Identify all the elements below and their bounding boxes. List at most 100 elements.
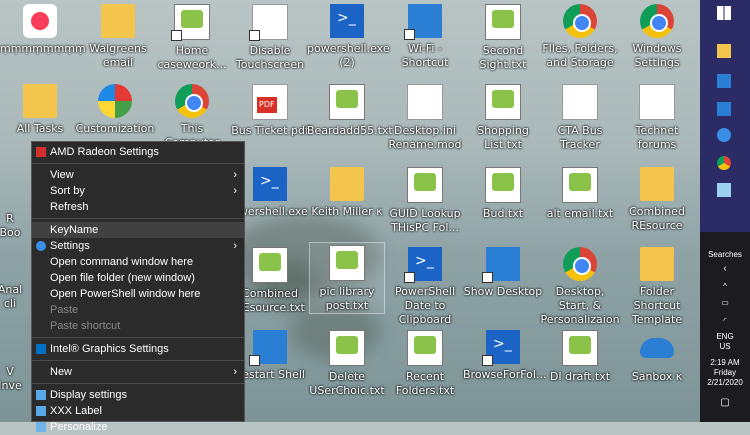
chevron-right-icon: › (233, 185, 237, 197)
menu-item-refresh[interactable]: Refresh (32, 199, 244, 215)
desktop-icon[interactable]: Show Desktop (463, 245, 543, 299)
desktop-icon[interactable]: Delete USerChoic.txt (307, 328, 387, 398)
language-label[interactable]: ENG (700, 332, 750, 342)
menu-item-intel-graphics-settings[interactable]: Intel® Graphics Settings (32, 341, 244, 357)
menu-item-view[interactable]: View › (32, 167, 244, 183)
desktop-icon[interactable]: Disable Touchscreen (230, 2, 310, 72)
icon-label: Combined REsource (629, 205, 685, 232)
notification-chevron-icon[interactable]: ^ (700, 282, 750, 292)
menu-item-display-settings[interactable]: Display settings (32, 387, 244, 403)
icon-label: alt email.txt (546, 207, 614, 220)
clock-day[interactable]: Friday (700, 368, 750, 378)
partial-icon-label[interactable]: Anal (0, 283, 30, 297)
action-center-icon[interactable]: ▢ (700, 398, 750, 408)
icon-label: Home caseweork... (157, 44, 227, 71)
menu-item-label: Open file folder (new window) (50, 272, 195, 284)
pdf-icon (252, 84, 288, 120)
desktop-icon[interactable]: Home caseweork... (152, 2, 232, 72)
desktop-icon[interactable]: ṃṃṃṃṃṃṃṃ (0, 2, 86, 56)
calendar-icon[interactable] (717, 102, 731, 116)
desktop-icon[interactable]: Bud.txt (463, 165, 543, 221)
icon-label: Technet forums (635, 124, 679, 151)
mail-icon[interactable] (717, 74, 731, 88)
battery-icon[interactable]: ▭ (700, 298, 750, 308)
desktop-icon[interactable]: alt email.txt (540, 165, 620, 221)
desktop-icon[interactable]: Bus Ticket.pdf (230, 82, 310, 138)
menu-item-sort-by[interactable]: Sort by › (32, 183, 244, 199)
menu-item-keyname[interactable]: KeyName (32, 222, 244, 238)
menu-item-settings[interactable]: Settings › (32, 238, 244, 254)
menu-separator (32, 163, 244, 164)
menu-item-personalize[interactable]: Personalize (32, 419, 244, 435)
desktop-icon[interactable]: BrowseForFol... (463, 328, 546, 382)
taskbar-pinned-area (700, 0, 750, 232)
desktop-icon[interactable]: DI draft.txt (540, 328, 620, 384)
menu-item-label: Display settings (50, 389, 128, 401)
text-file-icon (562, 167, 598, 203)
icon-label: Delete USerChoic.txt (309, 370, 385, 397)
icon-label: pic library post.txt (319, 285, 375, 312)
desktop-icon[interactable]: Folder Shortcut Template (617, 245, 697, 327)
icon-label: ṃṃṃṃṃṃṃṃ (0, 42, 86, 55)
clock-date[interactable]: 2/21/2020 (700, 378, 750, 388)
partial-icon-label[interactable]: Inve (0, 379, 30, 393)
windows-start-icon[interactable] (717, 6, 731, 20)
desktop-icon[interactable]: powershell.exe (2) (307, 2, 390, 70)
clock-time[interactable]: 2:19 AM (700, 358, 750, 368)
menu-item-label: Intel® Graphics Settings (50, 343, 169, 355)
desktop-icon[interactable]: Combined REsource (617, 165, 697, 233)
icon-label: Bud.txt (482, 207, 524, 220)
icon-label: Recent Folders.txt (395, 370, 455, 397)
text-file-icon (485, 84, 521, 120)
menu-item-open-powershell[interactable]: Open PowerShell window here (32, 286, 244, 302)
desktop-icon[interactable]: PowerShell Date to Clipboard (385, 245, 465, 327)
menu-item-amd-radeon-settings[interactable]: AMD Radeon Settings (32, 144, 244, 160)
partial-icon-label[interactable]: R (0, 212, 30, 226)
desktop-icon[interactable]: Desktop, Start, & Personalizaion (540, 245, 620, 327)
icon-label: Bus Ticket.pdf (231, 124, 309, 137)
gear-settings-icon[interactable] (717, 128, 731, 142)
document-icon (249, 4, 288, 41)
desktop-icon[interactable]: Sanbox κ (617, 328, 697, 384)
desktop-icon[interactable]: This Computer (152, 82, 232, 150)
desktop-icon-selected[interactable]: pic library post.txt (309, 242, 385, 314)
wifi-status-icon[interactable]: ◜ (700, 316, 750, 326)
powershell-icon (330, 4, 364, 38)
context-menu: AMD Radeon Settings View › Sort by › Ref… (31, 141, 245, 433)
desktop-icon[interactable]: CTA Bus Tracker (540, 82, 620, 152)
desktop-icon[interactable]: Second Sight.txt (463, 2, 543, 72)
desktop-icon[interactable]: Beardadd55.txt (307, 82, 393, 138)
amd-icon (36, 147, 46, 157)
partial-icon-label[interactable]: Boo (0, 226, 30, 240)
chrome-icon[interactable] (717, 156, 731, 170)
desktop-icon[interactable]: Walgreens email (78, 2, 158, 70)
menu-item-new[interactable]: New › (32, 364, 244, 380)
desktop-icon[interactable]: Recent Folders.txt (385, 328, 465, 398)
desktop-icon[interactable]: Wi-Fi - Shortcut (385, 2, 465, 70)
file-explorer-icon[interactable] (717, 44, 731, 58)
menu-item-xxx-label[interactable]: XXX Label (32, 403, 244, 419)
shell-icon (98, 84, 132, 118)
desktop-icon[interactable]: All Tasks (0, 82, 80, 136)
desktop-icon[interactable]: Customization - (75, 82, 155, 150)
partial-icon-label[interactable]: cli (0, 297, 30, 311)
partial-icon-label[interactable]: V (0, 365, 30, 379)
region-label[interactable]: US (700, 342, 750, 352)
desktop-icon[interactable]: Keith Miller κ (307, 165, 387, 219)
menu-item-open-file-folder[interactable]: Open file folder (new window) (32, 270, 244, 286)
menu-separator (32, 337, 244, 338)
chevron-left-icon[interactable]: ‹ (700, 264, 750, 274)
desktop-icon[interactable]: Technet forums (617, 82, 697, 152)
display-icon (36, 406, 46, 416)
desktop-icon[interactable]: FIles, Folders, and Storage (540, 2, 620, 70)
desktop-icon[interactable]: Windows Settings (617, 2, 697, 70)
icon-label: GUID Lookup THisPC Fol... (389, 207, 461, 234)
desktop-icon[interactable]: GUID Lookup THisPC Fol... (385, 165, 465, 235)
text-file-icon (329, 84, 365, 120)
searches-label[interactable]: Searches (700, 250, 750, 260)
menu-item-open-command-window[interactable]: Open command window here (32, 254, 244, 270)
chrome-icon (563, 247, 597, 281)
app-icon[interactable] (717, 183, 731, 197)
desktop-icon[interactable]: Shopping List.txt (463, 82, 543, 152)
desktop-icon[interactable]: Desktop.ini Rename.mod (385, 82, 465, 152)
